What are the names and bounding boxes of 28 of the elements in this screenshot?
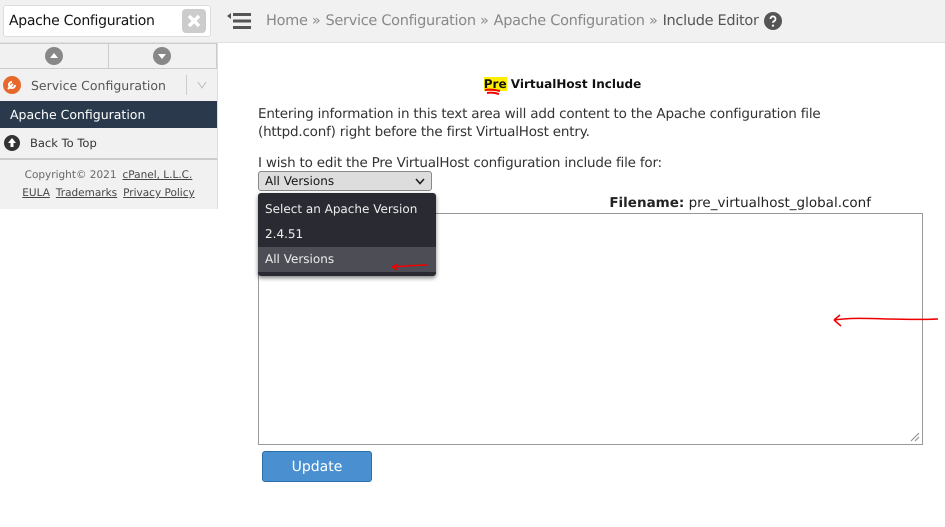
back-to-top-link[interactable]: Back To Top (30, 136, 97, 150)
dropdown-option[interactable]: Select an Apache Version (258, 197, 436, 222)
copyright-text: Copyright© 2021 (24, 169, 117, 181)
resize-grip-icon[interactable] (908, 430, 920, 442)
footer-link[interactable]: Trademarks (56, 187, 118, 199)
menu-icon[interactable] (227, 12, 251, 30)
footer-link[interactable]: Privacy Policy (123, 187, 195, 199)
sidebar-item[interactable]: Apache Configuration (0, 101, 217, 128)
help-icon[interactable] (764, 12, 782, 30)
dropdown-option[interactable]: All Versions (258, 247, 436, 272)
up-icon (44, 47, 63, 65)
footer-link[interactable]: EULA (22, 187, 50, 199)
chevron-icon (415, 178, 425, 184)
wrench-icon (3, 76, 21, 94)
search-field[interactable]: Apache Configuration (3, 5, 211, 37)
close-icon (187, 14, 201, 28)
category-label[interactable]: Service Configuration (31, 78, 176, 92)
underline-annotation (484, 88, 502, 96)
dropdown-option[interactable]: 2.4.51 (258, 222, 436, 247)
description-text: Entering information in this text area will add content to the Apache configuration file (httpd.conf) right before the first VirtualHost entry. (258, 105, 822, 141)
company-link[interactable]: cPanel, L.L.C. (122, 169, 192, 181)
page-heading: Pre VirtualHost Include (482, 77, 642, 91)
arrow-annotation (390, 262, 430, 272)
breadcrumb-current: Include Editor (662, 13, 759, 29)
down-icon (153, 47, 172, 65)
filename-text: Filename: pre_virtualhost_global.conf (609, 195, 871, 211)
select-label: I wish to edit the Pre VirtualHost configuration include file for: (258, 155, 663, 171)
version-select[interactable]: All Versions (258, 171, 432, 191)
